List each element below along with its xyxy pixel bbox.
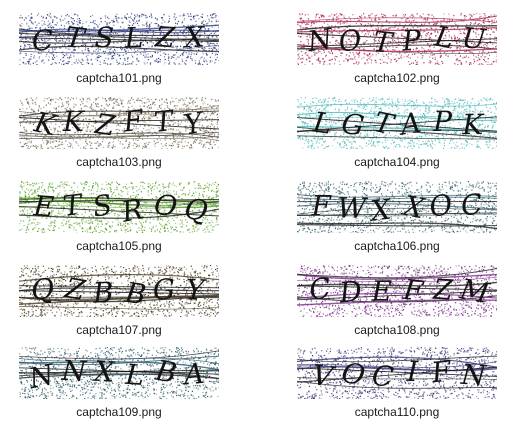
- captcha-image: VOCIFN: [297, 347, 497, 399]
- captcha-glyph: K: [461, 108, 485, 141]
- file-grid: CTSLZX captcha101.png NOTPLU captcha102.…: [0, 0, 517, 429]
- file-name-label: captcha110.png: [354, 405, 440, 419]
- file-item-captcha106[interactable]: FWXXOC captcha106.png: [297, 181, 507, 259]
- file-name-label: captcha108.png: [354, 323, 440, 337]
- file-name-label: captcha107.png: [76, 323, 162, 337]
- file-item-captcha109[interactable]: NNXLBA captcha109.png: [19, 347, 229, 425]
- captcha-thumbnail[interactable]: CDEFZM: [297, 265, 497, 317]
- captcha-glyph: O: [152, 188, 179, 224]
- captcha-glyph: D: [337, 274, 364, 309]
- captcha-glyph: P: [400, 23, 423, 57]
- file-name-label: captcha104.png: [354, 155, 440, 169]
- captcha-glyph: G: [152, 272, 176, 306]
- captcha-thumbnail[interactable]: QZBBGY: [19, 265, 219, 317]
- captcha-glyph: L: [123, 358, 145, 392]
- file-name-label: captcha105.png: [76, 239, 162, 253]
- file-name-label: captcha106.png: [354, 239, 440, 253]
- captcha-glyph: C: [31, 23, 55, 57]
- captcha-thumbnail[interactable]: NOTPLU: [297, 13, 497, 65]
- file-item-captcha105[interactable]: ETSROQ captcha105.png: [19, 181, 229, 259]
- captcha-glyph: U: [460, 21, 488, 56]
- captcha-image: NNXLBA: [19, 347, 219, 399]
- captcha-image: ETSROQ: [19, 181, 219, 233]
- captcha-image: NOTPLU: [297, 13, 497, 65]
- file-name-label: captcha103.png: [76, 155, 162, 169]
- captcha-glyph: E: [370, 275, 392, 308]
- captcha-glyph: F: [310, 189, 332, 222]
- captcha-glyph: C: [459, 187, 484, 222]
- captcha-glyph: Z: [153, 20, 176, 54]
- captcha-glyph: B: [91, 276, 114, 310]
- captcha-image: FWXXOC: [297, 181, 497, 233]
- captcha-thumbnail[interactable]: FWXXOC: [297, 181, 497, 233]
- captcha-glyph: O: [336, 23, 364, 59]
- captcha-image: LGTAPK: [297, 97, 497, 149]
- file-item-captcha104[interactable]: LGTAPK captcha104.png: [297, 97, 507, 175]
- file-item-captcha107[interactable]: QZBBGY captcha107.png: [19, 265, 229, 343]
- captcha-glyph: N: [60, 354, 89, 388]
- file-item-captcha102[interactable]: NOTPLU captcha102.png: [297, 13, 507, 91]
- captcha-image: KKZFTY: [19, 97, 219, 149]
- captcha-image: CDEFZM: [297, 265, 497, 317]
- file-item-captcha103[interactable]: KKZFTY captcha103.png: [19, 97, 229, 175]
- captcha-glyph: Q: [182, 192, 209, 228]
- captcha-thumbnail[interactable]: KKZFTY: [19, 97, 219, 149]
- captcha-thumbnail[interactable]: LGTAPK: [297, 97, 497, 149]
- captcha-glyph: I: [405, 355, 419, 388]
- file-name-label: captcha109.png: [76, 405, 162, 419]
- captcha-glyph: Z: [431, 273, 454, 307]
- captcha-glyph: X: [182, 20, 207, 54]
- file-name-label: captcha101.png: [76, 71, 162, 85]
- captcha-thumbnail[interactable]: VOCIFN: [297, 347, 497, 399]
- captcha-image: QZBBGY: [19, 265, 219, 317]
- captcha-glyph: Q: [30, 272, 55, 306]
- captcha-thumbnail[interactable]: ETSROQ: [19, 181, 219, 233]
- captcha-image: CTSLZX: [19, 13, 219, 65]
- file-item-captcha110[interactable]: VOCIFN captcha110.png: [297, 347, 507, 425]
- file-item-captcha108[interactable]: CDEFZM captcha108.png: [297, 265, 507, 343]
- captcha-glyph: W: [337, 191, 369, 225]
- captcha-thumbnail[interactable]: CTSLZX: [19, 13, 219, 65]
- captcha-glyph: C: [307, 271, 333, 307]
- file-item-captcha101[interactable]: CTSLZX captcha101.png: [19, 13, 229, 91]
- captcha-thumbnail[interactable]: NNXLBA: [19, 347, 219, 399]
- captcha-glyph: S: [94, 21, 115, 55]
- file-name-label: captcha102.png: [354, 71, 440, 85]
- captcha-glyph: E: [32, 189, 56, 223]
